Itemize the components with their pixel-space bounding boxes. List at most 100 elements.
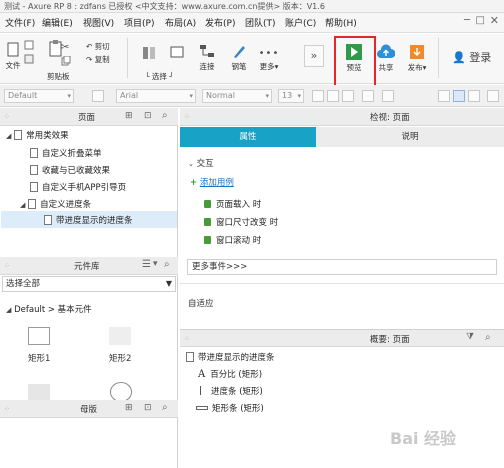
menu-project[interactable]: 项目(P) [124, 16, 154, 29]
tree-collapse-icon[interactable]: ◢ [20, 201, 25, 209]
tree-collapse-icon[interactable]: ◢ [6, 132, 11, 140]
menu-bar: 文件(F) 编辑(E) 视图(V) 项目(P) 布局(A) 发布(P) 团队(T… [0, 13, 504, 33]
search-icon[interactable]: ⌕ [162, 110, 168, 121]
tree-collapse-icon: ◢ [6, 306, 12, 314]
menu-help[interactable]: 帮助(H) [325, 16, 357, 29]
tab-properties[interactable]: 属性 [180, 127, 316, 147]
outline-panel-header: ⁘ 概要: 页面 ⧩ ⌕ [180, 329, 504, 347]
underline-icon[interactable] [342, 90, 354, 102]
event-flag-icon [204, 218, 211, 226]
event-page-load[interactable]: 页面载入 时 [204, 198, 261, 210]
options-icon[interactable]: ▾ [153, 259, 158, 269]
library-breadcrumb[interactable]: ◢ Default > 基本元件 [6, 303, 92, 315]
publish-button[interactable]: 发布▾ [403, 44, 431, 73]
minimize-icon[interactable]: ─ [464, 15, 470, 26]
page-tree-item[interactable]: ◢ 常用类效果 [6, 129, 69, 141]
redo-button[interactable]: ↷ 复制 [86, 54, 110, 65]
search-icon[interactable]: ⌕ [485, 332, 491, 343]
page-tree-item-selected[interactable]: 带进度显示的进度条 [44, 214, 133, 226]
align-right-icon[interactable] [468, 90, 480, 102]
window-title-bar: 测试 - Axure RP 8 : zdfans 已授权 <中文支持：www.a… [0, 0, 504, 13]
page-tree-item[interactable]: 自定义手机APP引导页 [30, 181, 126, 193]
event-window-resize[interactable]: 窗口尺寸改变 时 [204, 216, 278, 228]
share-button[interactable]: 共享 [375, 44, 397, 73]
page-tree-item[interactable]: 收藏与已收藏效果 [30, 164, 110, 176]
menu-team[interactable]: 团队(T) [245, 16, 276, 29]
select-contained-icon[interactable] [170, 46, 184, 63]
expand-toolbar-button[interactable]: » [304, 45, 324, 67]
user-icon: 👤 [452, 51, 466, 64]
page-tree-item[interactable]: ◢ 自定义进度条 [20, 198, 91, 210]
more-button[interactable]: ••• 更多▾ [256, 48, 282, 72]
search-icon[interactable]: ⌕ [162, 402, 168, 413]
tab-notes[interactable]: 说明 [316, 127, 504, 147]
menu-layout[interactable]: 布局(A) [165, 16, 196, 29]
page-tree-item[interactable]: 自定义折叠菜单 [30, 147, 102, 159]
outline-root[interactable]: 带进度显示的进度条 [186, 351, 275, 363]
page-icon [30, 182, 38, 192]
add-folder-icon[interactable]: ⊡ [144, 111, 152, 121]
open-icon[interactable] [24, 40, 34, 53]
widget-rectangle-2[interactable] [109, 327, 131, 345]
window-title: 测试 - Axure RP 8 : zdfans 已授权 <中文支持：www.a… [4, 2, 325, 11]
format-painter-icon[interactable] [92, 90, 104, 102]
outline-item[interactable]: 矩形条 (矩形) [196, 402, 264, 414]
widget-image[interactable] [28, 384, 50, 400]
page-icon [186, 352, 194, 362]
widget-ellipse[interactable] [110, 382, 132, 402]
menu-publish[interactable]: 发布(P) [205, 16, 235, 29]
login-button[interactable]: 👤 登录 [452, 49, 491, 65]
menu-view[interactable]: 视图(V) [83, 16, 114, 29]
more-events-select[interactable]: 更多事件>>> [187, 259, 497, 275]
page-icon [28, 199, 37, 209]
add-master-icon[interactable]: ⊞ [125, 403, 133, 413]
inspector-area [180, 108, 504, 468]
new-file-button[interactable]: 文件 [4, 42, 22, 71]
pen-icon [234, 46, 245, 58]
font-size-select[interactable]: 13 ▾ [278, 89, 304, 103]
library-select[interactable]: 选择全部 ▼ [2, 276, 176, 292]
library-panel-title: 元件库 [74, 262, 100, 272]
add-folder-icon[interactable]: ⊡ [144, 403, 152, 413]
interaction-section-header[interactable]: ⌄ 交互 [188, 157, 214, 169]
page-icon [30, 165, 38, 175]
preview-button[interactable]: 预览 [342, 44, 366, 73]
toolbar-divider [127, 38, 128, 78]
event-flag-icon [204, 236, 211, 244]
copy-icon[interactable] [61, 55, 71, 69]
undo-button[interactable]: ↶ 剪切 [86, 41, 110, 52]
select-mode-icon[interactable] [142, 46, 156, 63]
align-center-icon[interactable] [453, 90, 465, 102]
menu-account[interactable]: 账户(C) [285, 16, 316, 29]
menu-icon[interactable]: ☰ [142, 259, 151, 270]
style-select[interactable]: Default ▾ [4, 89, 74, 103]
maximize-icon[interactable]: □ [476, 15, 485, 26]
outline-panel-title: 概要: 页面 [370, 335, 410, 345]
pen-button[interactable]: 钢笔 [228, 43, 250, 72]
close-icon[interactable]: ✕ [490, 14, 499, 27]
save-icon[interactable] [24, 54, 34, 67]
align-left-icon[interactable] [438, 90, 450, 102]
font-weight-select[interactable]: Normal ▾ [202, 89, 272, 103]
bold-icon[interactable] [312, 90, 324, 102]
font-family-select[interactable]: Arial ▾ [116, 89, 196, 103]
inspector-panel-header: ⁘ 检视: 页面 [180, 108, 504, 126]
event-window-scroll[interactable]: 窗口滚动 时 [204, 234, 261, 246]
cut-icon[interactable]: ✂ [61, 42, 69, 53]
menu-edit[interactable]: 编辑(E) [42, 16, 73, 29]
bullet-list-icon[interactable] [382, 90, 394, 102]
add-case-link[interactable]: + 添加用例 [190, 176, 234, 188]
search-icon[interactable]: ⌕ [164, 259, 170, 270]
outline-item[interactable]: 进度条 (矩形) [200, 385, 263, 397]
justify-icon[interactable] [487, 90, 499, 102]
add-page-icon[interactable]: ⊞ [125, 111, 133, 121]
adaptive-section-header[interactable]: 自适应 [188, 297, 214, 309]
widget-rectangle-1[interactable] [28, 327, 50, 345]
cloud-upload-icon [377, 44, 395, 58]
outline-item[interactable]: A 百分比 (矩形) [198, 368, 262, 380]
font-color-icon[interactable] [362, 90, 374, 102]
menu-file[interactable]: 文件(F) [5, 16, 35, 29]
connect-button[interactable]: 连接 [196, 43, 218, 72]
filter-icon[interactable]: ⧩ [466, 332, 474, 342]
italic-icon[interactable] [327, 90, 339, 102]
